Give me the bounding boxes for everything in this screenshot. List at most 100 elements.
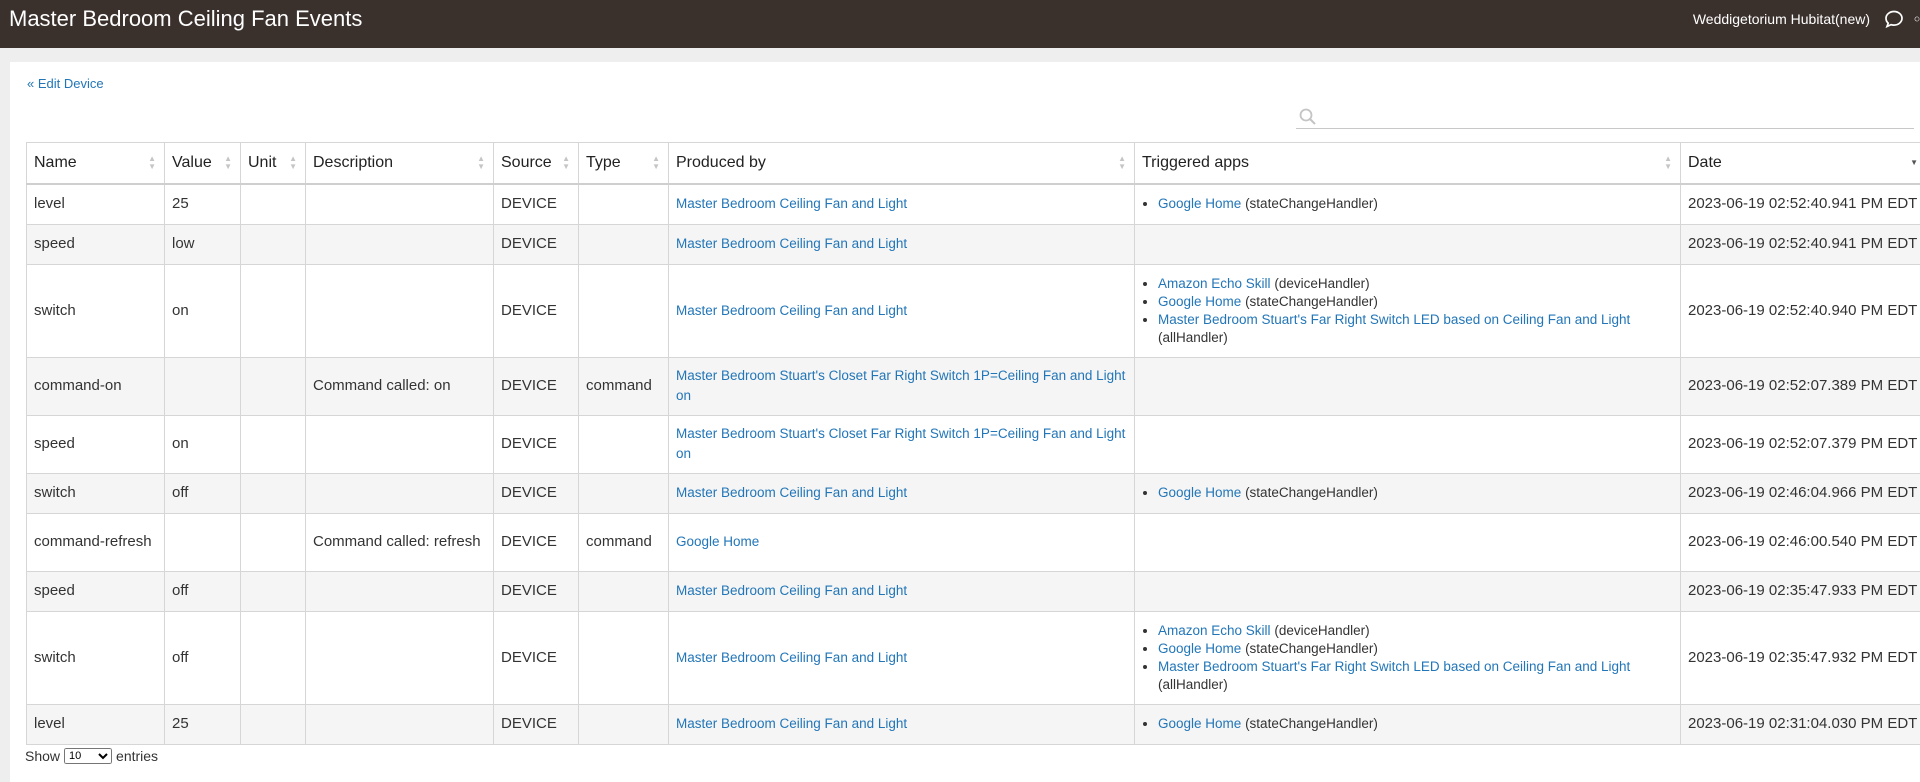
column-header-produced-by[interactable]: Produced by▲▼ <box>669 143 1135 185</box>
cell-produced-by: Master Bedroom Ceiling Fan and Light <box>669 704 1135 744</box>
search-box[interactable] <box>1296 106 1914 129</box>
cell-type <box>579 264 669 357</box>
cell-date: 2023-06-19 02:35:47.933 PM EDT <box>1681 571 1920 611</box>
cell-triggered-apps: Google Home (stateChangeHandler) <box>1135 473 1681 513</box>
column-header-value[interactable]: Value▲▼ <box>165 143 241 185</box>
cell-date: 2023-06-19 02:35:47.932 PM EDT <box>1681 611 1920 704</box>
cell-unit <box>241 704 306 744</box>
cell-triggered-apps: Google Home (stateChangeHandler) <box>1135 184 1681 224</box>
column-header-triggered-apps[interactable]: Triggered apps▲▼ <box>1135 143 1681 185</box>
cell-date: 2023-06-19 02:52:07.379 PM EDT <box>1681 415 1920 473</box>
cell-unit <box>241 473 306 513</box>
cell-description <box>306 264 494 357</box>
column-header-description[interactable]: Description▲▼ <box>306 143 494 185</box>
cell-unit <box>241 224 306 264</box>
cell-description: Command called: refresh <box>306 513 494 571</box>
produced-by-link[interactable]: Master Bedroom Stuart's Closet Far Right… <box>676 426 1125 461</box>
app-link[interactable]: Google Home <box>1158 294 1241 309</box>
app-handler: (stateChangeHandler) <box>1245 196 1378 211</box>
app-handler: (deviceHandler) <box>1274 276 1369 291</box>
cell-date: 2023-06-19 02:52:40.940 PM EDT <box>1681 264 1920 357</box>
produced-by-link[interactable]: Master Bedroom Ceiling Fan and Light <box>676 236 907 251</box>
app-link[interactable]: Google Home <box>1158 485 1241 500</box>
cell-source: DEVICE <box>494 473 579 513</box>
app-link[interactable]: Google Home <box>1158 196 1241 211</box>
chat-bubble-icon[interactable] <box>1884 9 1904 29</box>
cell-name: command-on <box>27 357 165 415</box>
produced-by-link[interactable]: Google Home <box>676 534 759 549</box>
triggered-apps-list: Amazon Echo Skill (deviceHandler)Google … <box>1142 622 1673 694</box>
sort-icon: ▲▼ <box>562 155 570 171</box>
app-link[interactable]: Master Bedroom Stuart's Far Right Switch… <box>1158 659 1630 674</box>
table-row: switchonDEVICEMaster Bedroom Ceiling Fan… <box>27 264 1920 357</box>
cell-name: level <box>27 704 165 744</box>
cell-produced-by: Master Bedroom Ceiling Fan and Light <box>669 571 1135 611</box>
produced-by-link[interactable]: Master Bedroom Ceiling Fan and Light <box>676 650 907 665</box>
search-input[interactable] <box>1318 106 1914 128</box>
cell-date: 2023-06-19 02:46:00.540 PM EDT <box>1681 513 1920 571</box>
cell-date: 2023-06-19 02:52:07.389 PM EDT <box>1681 357 1920 415</box>
cell-produced-by: Master Bedroom Ceiling Fan and Light <box>669 184 1135 224</box>
sort-icon: ▲▼ <box>652 155 660 171</box>
cell-description <box>306 704 494 744</box>
cell-source: DEVICE <box>494 611 579 704</box>
cell-date: 2023-06-19 02:52:40.941 PM EDT <box>1681 224 1920 264</box>
app-handler: (stateChangeHandler) <box>1245 716 1378 731</box>
app-link[interactable]: Google Home <box>1158 641 1241 656</box>
cell-date: 2023-06-19 02:31:04.030 PM EDT <box>1681 704 1920 744</box>
app-link[interactable]: Master Bedroom Stuart's Far Right Switch… <box>1158 312 1630 327</box>
cell-source: DEVICE <box>494 704 579 744</box>
sort-descending-icon: ▼ <box>1910 159 1918 167</box>
column-header-date[interactable]: Date▼ <box>1681 143 1920 185</box>
cell-source: DEVICE <box>494 184 579 224</box>
sort-icon: ▲▼ <box>477 155 485 171</box>
cell-produced-by: Google Home <box>669 513 1135 571</box>
page-length-select[interactable]: 10 <box>64 748 112 764</box>
table-row: level25DEVICEMaster Bedroom Ceiling Fan … <box>27 704 1920 744</box>
triggered-app-item: Amazon Echo Skill (deviceHandler) <box>1158 275 1673 293</box>
triggered-app-item: Google Home (stateChangeHandler) <box>1158 484 1673 502</box>
sort-icon: ▲▼ <box>148 155 156 171</box>
cell-value: off <box>165 611 241 704</box>
cell-triggered-apps <box>1135 513 1681 571</box>
app-link[interactable]: Google Home <box>1158 716 1241 731</box>
column-header-unit[interactable]: Unit▲▼ <box>241 143 306 185</box>
cell-unit <box>241 571 306 611</box>
produced-by-link[interactable]: Master Bedroom Ceiling Fan and Light <box>676 196 907 211</box>
triggered-apps-list: Amazon Echo Skill (deviceHandler)Google … <box>1142 275 1673 347</box>
produced-by-link[interactable]: Master Bedroom Ceiling Fan and Light <box>676 485 907 500</box>
cell-value: low <box>165 224 241 264</box>
produced-by-link[interactable]: Master Bedroom Ceiling Fan and Light <box>676 716 907 731</box>
cell-produced-by: Master Bedroom Stuart's Closet Far Right… <box>669 415 1135 473</box>
top-bar-right: Weddigetorium Hubitat(new) <box>1693 9 1920 39</box>
triggered-apps-list: Google Home (stateChangeHandler) <box>1142 484 1673 502</box>
hub-name[interactable]: Weddigetorium Hubitat(new) <box>1693 11 1870 27</box>
produced-by-link[interactable]: Master Bedroom Ceiling Fan and Light <box>676 583 907 598</box>
column-header-source[interactable]: Source▲▼ <box>494 143 579 185</box>
cell-unit <box>241 357 306 415</box>
produced-by-link[interactable]: Master Bedroom Ceiling Fan and Light <box>676 303 907 318</box>
table-row: level25DEVICEMaster Bedroom Ceiling Fan … <box>27 184 1920 224</box>
column-header-type[interactable]: Type▲▼ <box>579 143 669 185</box>
menu-icon[interactable] <box>1914 9 1920 29</box>
cell-type <box>579 415 669 473</box>
cell-value: off <box>165 571 241 611</box>
search-icon <box>1298 107 1318 127</box>
triggered-app-item: Amazon Echo Skill (deviceHandler) <box>1158 622 1673 640</box>
cell-name: switch <box>27 264 165 357</box>
table-row: switchoff DEVICE Master Bedroom Ceiling Fa… <box>27 611 1920 704</box>
app-link[interactable]: Amazon Echo Skill <box>1158 623 1271 638</box>
triggered-apps-list: Google Home (stateChangeHandler) <box>1142 195 1673 213</box>
sort-icon: ▲▼ <box>1664 155 1672 171</box>
edit-device-link[interactable]: « Edit Device <box>27 76 104 91</box>
cell-value: on <box>165 264 241 357</box>
cell-description <box>306 224 494 264</box>
sort-icon: ▲▼ <box>289 155 297 171</box>
column-header-name[interactable]: Name▲▼ <box>27 143 165 185</box>
produced-by-link[interactable]: Master Bedroom Stuart's Closet Far Right… <box>676 368 1125 403</box>
triggered-app-item: Google Home (stateChangeHandler) <box>1158 715 1673 733</box>
cell-name: switch <box>27 611 165 704</box>
app-handler: (allHandler) <box>1158 330 1228 345</box>
cell-produced-by: Master Bedroom Ceiling Fan and Light <box>669 264 1135 357</box>
app-link[interactable]: Amazon Echo Skill <box>1158 276 1271 291</box>
